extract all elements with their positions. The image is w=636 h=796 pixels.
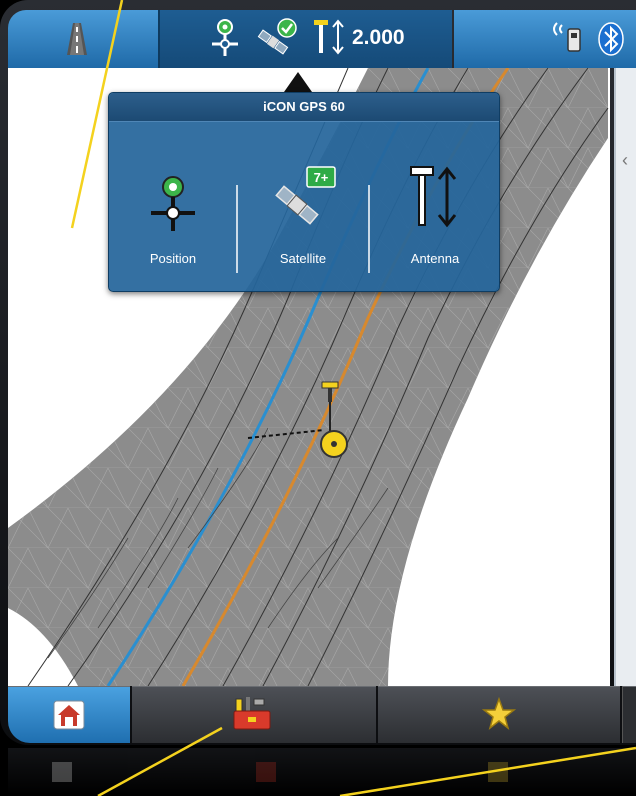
- popup-item-antenna[interactable]: Antenna: [371, 153, 499, 273]
- star-icon-reflection: [488, 762, 508, 782]
- gps-status-button[interactable]: 2.000: [160, 10, 452, 68]
- divider: [236, 185, 238, 273]
- status-bar: 2.000: [8, 10, 636, 68]
- gps-receiver-popup: iCON GPS 60 Position 7+ Satellite Antenn…: [108, 92, 500, 292]
- screen-reflection: [8, 748, 636, 796]
- position-pin-icon: [151, 176, 195, 231]
- popup-pointer: [284, 72, 312, 92]
- bottom-tab-bar: [8, 686, 636, 743]
- divider: [368, 185, 370, 273]
- rover-position-marker: [247, 381, 348, 458]
- home-icon: [53, 700, 85, 730]
- popup-item-label: Satellite: [279, 251, 327, 266]
- popup-header: iCON GPS 60: [109, 93, 499, 122]
- home-icon-reflection: [52, 762, 72, 782]
- toolbox-icon-reflection: [256, 762, 276, 782]
- satellite-icon: 7+: [275, 166, 336, 225]
- antenna-height-icon: [410, 166, 457, 228]
- star-icon: [482, 697, 516, 730]
- chevron-left-icon: ‹: [622, 150, 628, 170]
- satellite-count-badge: 7+: [314, 170, 329, 185]
- popup-item-position[interactable]: Position: [109, 153, 237, 273]
- tab-tools[interactable]: [132, 686, 376, 743]
- tab-overflow-handle[interactable]: [622, 686, 636, 743]
- antenna-height-icon: [314, 19, 344, 55]
- popup-item-label: Position: [149, 251, 197, 266]
- radio-icon: [553, 22, 581, 52]
- antenna-height-value: 2.000: [352, 26, 405, 49]
- road-view-button[interactable]: [8, 10, 160, 68]
- tab-home[interactable]: [8, 686, 130, 743]
- position-pin-icon: [212, 19, 238, 56]
- popup-title: iCON GPS 60: [263, 99, 345, 114]
- connectivity-status[interactable]: [454, 10, 636, 68]
- bluetooth-icon: [598, 22, 624, 56]
- tab-favorites[interactable]: [378, 686, 620, 743]
- road-view-icon: [67, 23, 87, 55]
- popup-item-satellite[interactable]: 7+ Satellite: [239, 153, 367, 273]
- satellite-ok-icon: [257, 18, 297, 55]
- popup-item-label: Antenna: [410, 251, 460, 266]
- toolbox-icon: [233, 697, 271, 730]
- side-panel-handle[interactable]: ‹: [614, 68, 636, 686]
